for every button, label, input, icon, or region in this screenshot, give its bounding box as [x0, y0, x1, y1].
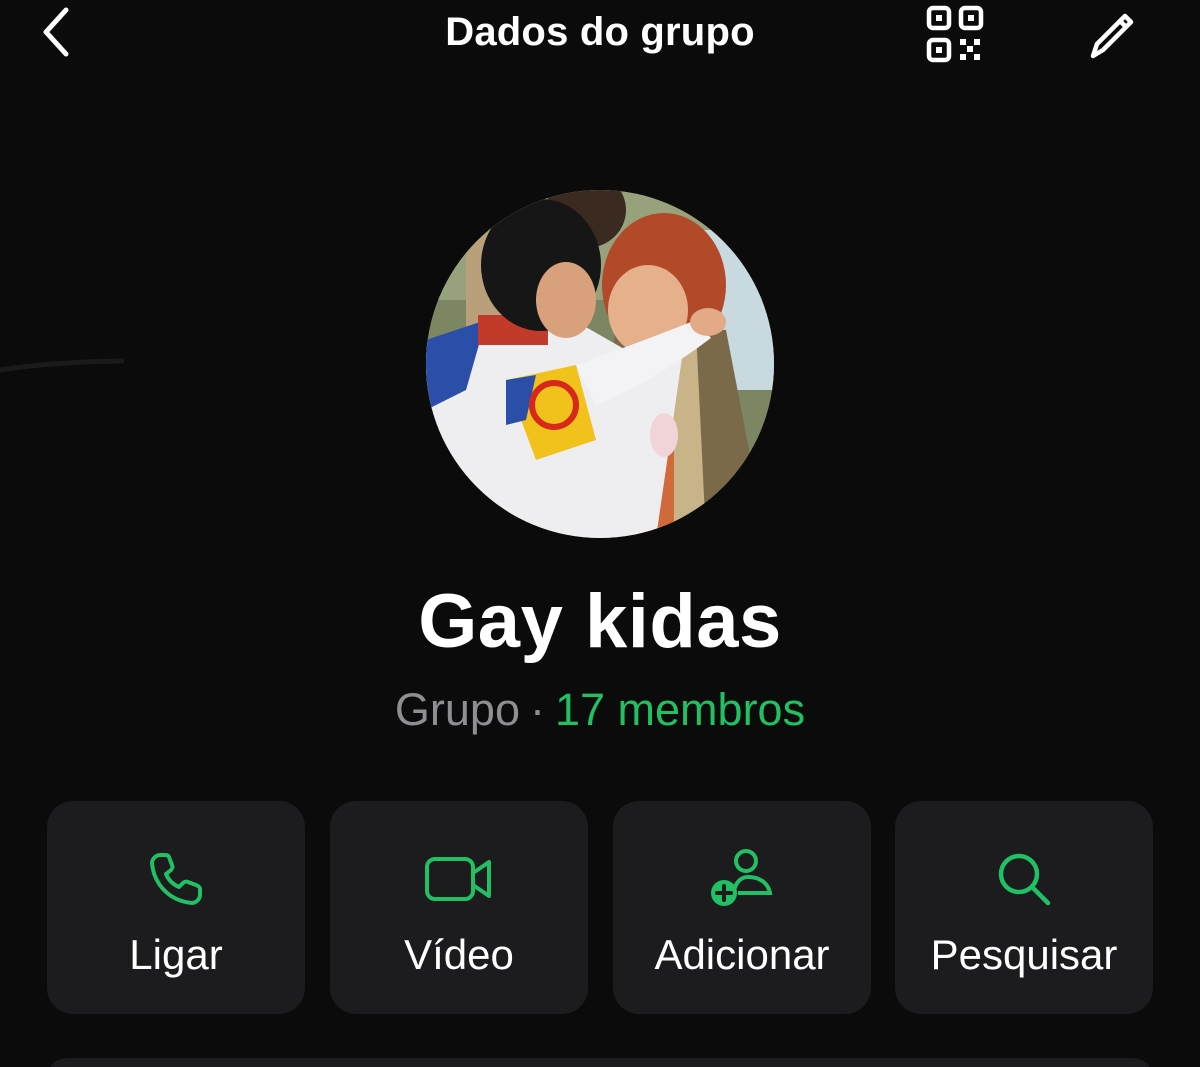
- pen-stroke-mark: [0, 358, 125, 373]
- group-avatar[interactable]: [426, 190, 774, 538]
- call-label: Ligar: [129, 931, 223, 978]
- search-icon: [895, 847, 1153, 911]
- group-meta: Grupo · 17 membros: [0, 684, 1200, 736]
- group-type-label: Grupo: [394, 684, 520, 735]
- video-camera-icon: [330, 847, 588, 911]
- video-label: Vídeo: [404, 931, 514, 978]
- edit-button[interactable]: [1076, 0, 1146, 68]
- qr-code-icon: [926, 5, 984, 63]
- page-title: Dados do grupo: [445, 10, 755, 54]
- add-member-button[interactable]: Adicionar: [613, 801, 871, 1014]
- search-button[interactable]: Pesquisar: [895, 801, 1153, 1014]
- qr-code-button[interactable]: [920, 0, 990, 68]
- members-count-link[interactable]: 17 membros: [555, 684, 805, 735]
- group-name: Gay kidas: [418, 579, 782, 664]
- add-person-icon: [613, 847, 871, 911]
- meta-separator: ·: [529, 684, 545, 735]
- next-section-card: [47, 1058, 1153, 1067]
- call-button[interactable]: Ligar: [47, 801, 305, 1014]
- group-photo: [426, 190, 774, 538]
- top-bar: Dados do grupo: [0, 0, 1200, 80]
- add-label: Adicionar: [654, 931, 830, 978]
- quick-actions: Ligar Vídeo Adicionar Pesquisar: [47, 801, 1153, 1014]
- phone-icon: [47, 847, 305, 911]
- pencil-icon: [1090, 13, 1134, 59]
- group-info-screen: Dados do grupo Gay kidas Grupo · 17 memb…: [0, 0, 1200, 1067]
- video-call-button[interactable]: Vídeo: [330, 801, 588, 1014]
- search-label: Pesquisar: [930, 931, 1118, 978]
